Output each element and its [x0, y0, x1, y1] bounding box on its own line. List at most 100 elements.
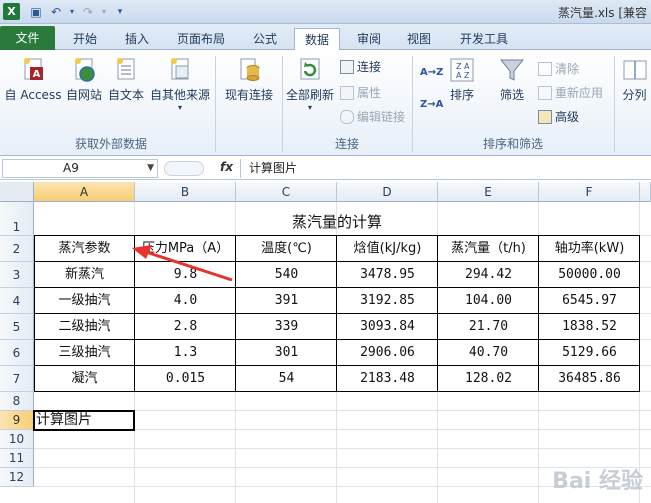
table-cell[interactable]: 二级抽汽	[34, 314, 135, 340]
table-cell[interactable]: 36485.86	[539, 366, 640, 392]
table-cell[interactable]: 294.42	[438, 262, 539, 288]
undo-dropdown-icon[interactable]: ▾	[64, 4, 80, 20]
tab-view[interactable]: 视图	[398, 28, 440, 50]
column-header-f[interactable]: F	[539, 182, 640, 202]
column-header-d[interactable]: D	[337, 182, 438, 202]
row-header-8[interactable]: 8	[0, 392, 34, 411]
filter-button[interactable]: 筛选	[494, 56, 530, 103]
worksheet-grid[interactable]: A B C D E F 1 2 3 4 5 6 7 8 9 10 11 12 蒸汽量的计算 蒸汽参数 压力MPa（A）温…	[0, 182, 651, 503]
edit-links-button[interactable]: 编辑链接	[340, 108, 405, 126]
svg-text:A: A	[464, 62, 470, 71]
sort-ascending-button[interactable]: A→Z	[420, 64, 443, 82]
row-header-10[interactable]: 10	[0, 430, 34, 449]
sheet-title[interactable]: 蒸汽量的计算	[34, 208, 640, 236]
row-header-4[interactable]: 4	[0, 288, 34, 314]
table-border	[34, 313, 640, 314]
table-header-cell[interactable]: 蒸汽参数	[34, 236, 135, 262]
redo-icon[interactable]: ↷	[80, 4, 96, 20]
formula-bar-splitter[interactable]	[164, 161, 204, 176]
table-cell[interactable]: 凝汽	[34, 366, 135, 392]
table-cell[interactable]: 339	[236, 314, 337, 340]
table-cell[interactable]: 40.70	[438, 340, 539, 366]
from-text-button[interactable]: 自文本	[104, 56, 148, 103]
table-border	[34, 287, 640, 288]
table-header-cell[interactable]: 焓值(kJ/kg)	[337, 236, 438, 262]
table-cell[interactable]: 2183.48	[337, 366, 438, 392]
row-header-3[interactable]: 3	[0, 262, 34, 288]
row-header-11[interactable]: 11	[0, 449, 34, 468]
table-header-cell[interactable]: 轴功率(kW)	[539, 236, 640, 262]
table-cell[interactable]: 54	[236, 366, 337, 392]
column-header-c[interactable]: C	[236, 182, 337, 202]
tab-home[interactable]: 开始	[64, 28, 106, 50]
tab-data[interactable]: 数据	[294, 28, 340, 51]
table-cell[interactable]: 104.00	[438, 288, 539, 314]
refresh-all-button[interactable]: 全部刷新 ▾	[284, 56, 336, 112]
row-header-1[interactable]: 1	[0, 202, 34, 236]
table-header-cell[interactable]: 蒸汽量（t/h)	[438, 236, 539, 262]
column-header-e[interactable]: E	[438, 182, 539, 202]
table-cell[interactable]: 391	[236, 288, 337, 314]
redo-dropdown-icon[interactable]: ▾	[96, 4, 112, 20]
table-cell[interactable]: 301	[236, 340, 337, 366]
row-header-7[interactable]: 7	[0, 366, 34, 392]
name-box[interactable]: A9 ▼	[2, 159, 158, 178]
clear-filter-button[interactable]: 清除	[538, 60, 579, 78]
existing-connections-button[interactable]: 现有连接	[218, 56, 280, 103]
table-cell[interactable]: 1.3	[135, 340, 236, 366]
table-cell[interactable]: 三级抽汽	[34, 340, 135, 366]
properties-button[interactable]: 属性	[340, 84, 381, 102]
row-header-6[interactable]: 6	[0, 340, 34, 366]
undo-icon[interactable]: ↶	[48, 4, 64, 20]
group-separator	[282, 56, 283, 152]
connections-button[interactable]: 连接	[340, 58, 381, 76]
column-header-b[interactable]: B	[135, 182, 236, 202]
column-header-overflow[interactable]	[640, 182, 651, 202]
column-header-a[interactable]: A	[34, 182, 135, 202]
table-cell[interactable]: 50000.00	[539, 262, 640, 288]
table-cell[interactable]: 新蒸汽	[34, 262, 135, 288]
link-icon	[340, 110, 354, 124]
tab-page-layout[interactable]: 页面布局	[168, 28, 234, 50]
table-cell[interactable]: 3478.95	[337, 262, 438, 288]
tab-review[interactable]: 审阅	[348, 28, 390, 50]
table-border	[34, 391, 640, 392]
table-cell[interactable]: 0.015	[135, 366, 236, 392]
existing-connections-icon	[240, 58, 260, 81]
tab-formulas[interactable]: 公式	[244, 28, 286, 50]
table-cell[interactable]: 21.70	[438, 314, 539, 340]
table-cell[interactable]: 2906.06	[337, 340, 438, 366]
tab-developer[interactable]: 开发工具	[450, 28, 518, 50]
row-header-5[interactable]: 5	[0, 314, 34, 340]
tab-insert[interactable]: 插入	[116, 28, 158, 50]
customize-qat-icon[interactable]: ▾	[112, 4, 128, 20]
table-cell[interactable]: 1838.52	[539, 314, 640, 340]
table-cell[interactable]: 128.02	[438, 366, 539, 392]
chevron-down-icon[interactable]: ▼	[147, 160, 154, 177]
reapply-button[interactable]: 重新应用	[538, 84, 603, 102]
select-all-corner[interactable]	[0, 182, 34, 202]
from-other-sources-button[interactable]: 自其他来源 ▾	[148, 56, 212, 112]
from-web-button[interactable]: 自网站	[62, 56, 106, 103]
row-header-9[interactable]: 9	[0, 411, 34, 430]
tab-file[interactable]: 文件	[0, 26, 55, 50]
table-header-cell[interactable]: 温度(℃)	[236, 236, 337, 262]
table-cell[interactable]: 540	[236, 262, 337, 288]
table-cell[interactable]: 3192.85	[337, 288, 438, 314]
sort-button[interactable]: Z A A Z 排序	[444, 56, 480, 103]
table-cell[interactable]: 6545.97	[539, 288, 640, 314]
table-cell[interactable]: 4.0	[135, 288, 236, 314]
row-header-2[interactable]: 2	[0, 236, 34, 262]
sort-descending-button[interactable]: Z→A	[420, 96, 443, 114]
advanced-filter-button[interactable]: 高级	[538, 108, 579, 126]
row-header-12[interactable]: 12	[0, 468, 34, 487]
table-cell[interactable]: 一级抽汽	[34, 288, 135, 314]
table-cell[interactable]: 3093.84	[337, 314, 438, 340]
save-icon[interactable]: ▣	[28, 4, 44, 20]
from-access-button[interactable]: A 自 Access	[2, 56, 64, 103]
table-cell[interactable]: 5129.66	[539, 340, 640, 366]
text-to-columns-button[interactable]: 分列	[618, 56, 651, 103]
formula-input[interactable]: 计算图片	[240, 159, 649, 178]
table-cell[interactable]: 2.8	[135, 314, 236, 340]
insert-function-icon[interactable]: fx	[220, 160, 233, 174]
